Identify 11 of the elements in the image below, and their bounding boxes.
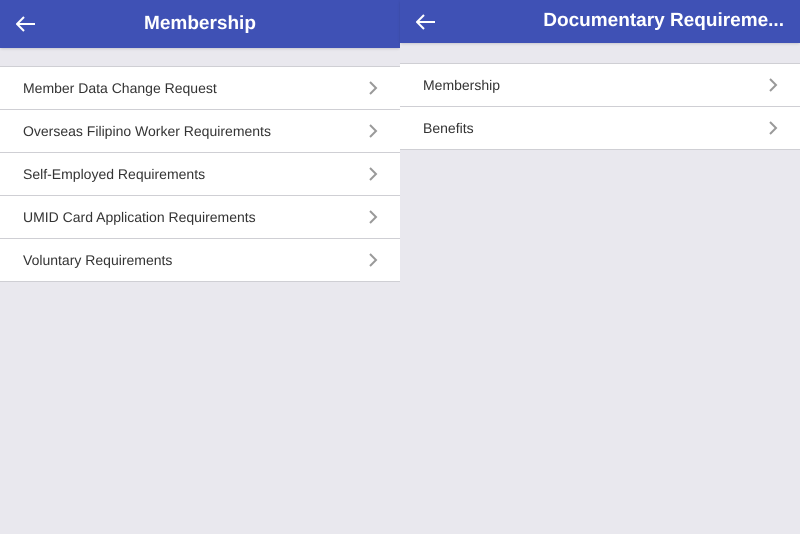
chevron-icon	[369, 253, 378, 267]
chevron-icon	[769, 121, 778, 135]
chevron-icon	[769, 78, 778, 92]
screen-title: Documentary Requireme...	[543, 9, 784, 34]
back-icon[interactable]	[416, 14, 436, 30]
chevron-icon	[369, 167, 378, 181]
chevron-icon	[369, 124, 378, 138]
screen-title: Membership	[143, 12, 257, 36]
back-icon[interactable]	[16, 16, 36, 32]
chevron-icon	[369, 81, 378, 95]
chevron-icon	[369, 210, 378, 224]
